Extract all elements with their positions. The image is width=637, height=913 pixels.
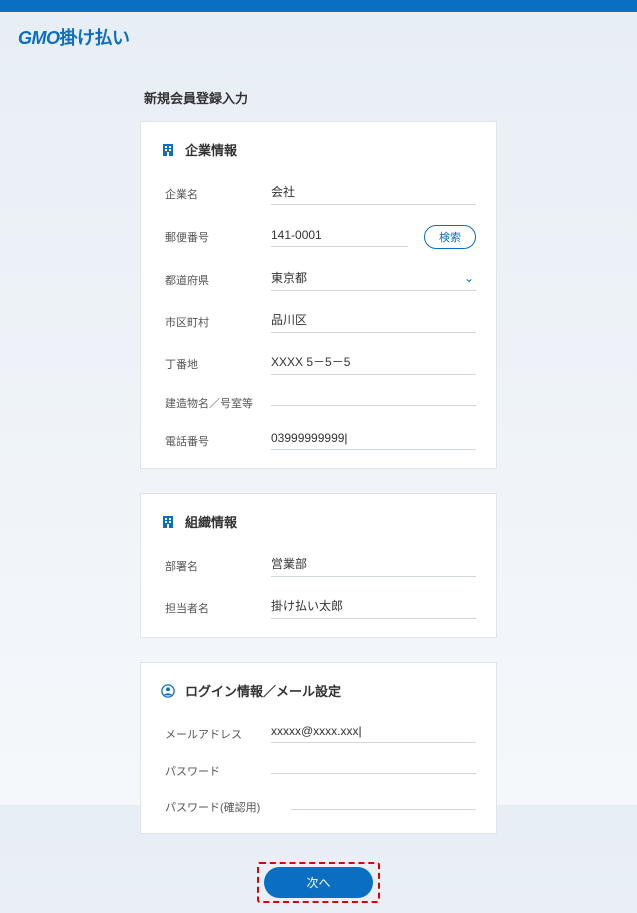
label-block: 丁番地	[161, 356, 271, 372]
row-dept: 部署名 営業部	[161, 545, 476, 587]
user-icon	[161, 684, 175, 698]
input-city[interactable]: 品川区	[271, 311, 476, 333]
card-title-company: 企業情報	[185, 140, 237, 159]
row-person: 担当者名 掛け払い太郎	[161, 587, 476, 629]
row-block: 丁番地 XXXX 5－5－5	[161, 343, 476, 385]
value-email: xxxxx@xxxx.xxx	[271, 724, 476, 738]
label-password-confirm: パスワード(確認用)	[161, 799, 291, 815]
row-postal: 郵便番号 141-0001 検索	[161, 215, 476, 259]
value-prefecture: 東京都	[271, 269, 464, 286]
card-org-info: 組織情報 部署名 営業部 担当者名 掛け払い太郎	[140, 493, 497, 638]
value-person: 掛け払い太郎	[271, 597, 476, 614]
input-email[interactable]: xxxxx@xxxx.xxx	[271, 724, 476, 743]
input-phone[interactable]: 03999999999	[271, 431, 476, 450]
row-phone: 電話番号 03999999999	[161, 421, 476, 460]
input-password[interactable]	[271, 769, 476, 774]
label-prefecture: 都道府県	[161, 272, 271, 288]
card-header-org: 組織情報	[161, 512, 476, 531]
input-dept[interactable]: 営業部	[271, 555, 476, 577]
value-city: 品川区	[271, 311, 476, 328]
logo-suffix: 掛け払い	[60, 28, 130, 48]
input-building[interactable]	[271, 401, 476, 406]
card-header-company: 企業情報	[161, 140, 476, 159]
card-title-login: ログイン情報／メール設定	[185, 681, 341, 700]
row-password-confirm: パスワード(確認用)	[161, 789, 476, 825]
logo-prefix: GMO	[18, 28, 60, 48]
row-email: メールアドレス xxxxx@xxxx.xxx	[161, 714, 476, 753]
input-postal[interactable]: 141-0001	[271, 228, 408, 247]
label-email: メールアドレス	[161, 726, 271, 742]
label-postal: 郵便番号	[161, 229, 271, 245]
value-phone: 03999999999	[271, 431, 476, 445]
search-button[interactable]: 検索	[424, 225, 476, 249]
building-icon	[161, 143, 175, 157]
chevron-down-icon: ⌄	[464, 271, 476, 285]
label-password: パスワード	[161, 763, 271, 779]
row-prefecture: 都道府県 東京都 ⌄	[161, 259, 476, 301]
select-prefecture[interactable]: 東京都 ⌄	[271, 269, 476, 291]
building-icon	[161, 515, 175, 529]
top-bar	[0, 0, 637, 12]
value-company-name: 会社	[271, 183, 476, 200]
card-title-org: 組織情報	[185, 512, 237, 531]
input-password-confirm[interactable]	[291, 805, 476, 810]
logo: GMO掛け払い	[0, 12, 637, 58]
value-dept: 営業部	[271, 555, 476, 572]
label-person: 担当者名	[161, 600, 271, 616]
value-block: XXXX 5－5－5	[271, 353, 476, 370]
input-block[interactable]: XXXX 5－5－5	[271, 353, 476, 375]
label-phone: 電話番号	[161, 433, 271, 449]
next-button-container: 次へ	[140, 858, 497, 913]
input-company-name[interactable]: 会社	[271, 183, 476, 205]
value-postal: 141-0001	[271, 228, 408, 242]
row-city: 市区町村 品川区	[161, 301, 476, 343]
page-title: 新規会員登録入力	[140, 58, 497, 121]
card-header-login: ログイン情報／メール設定	[161, 681, 476, 700]
highlight-callout: 次へ	[257, 862, 379, 903]
label-dept: 部署名	[161, 558, 271, 574]
card-company-info: 企業情報 企業名 会社 郵便番号 141-0001 検索 都道府県	[140, 121, 497, 469]
label-city: 市区町村	[161, 314, 271, 330]
row-company-name: 企業名 会社	[161, 173, 476, 215]
input-person[interactable]: 掛け払い太郎	[271, 597, 476, 619]
next-button[interactable]: 次へ	[264, 867, 372, 898]
card-login-info: ログイン情報／メール設定 メールアドレス xxxxx@xxxx.xxx パスワー…	[140, 662, 497, 834]
label-company-name: 企業名	[161, 186, 271, 202]
label-building: 建造物名／号室等	[161, 395, 271, 411]
row-building: 建造物名／号室等	[161, 385, 476, 421]
row-password: パスワード	[161, 753, 476, 789]
